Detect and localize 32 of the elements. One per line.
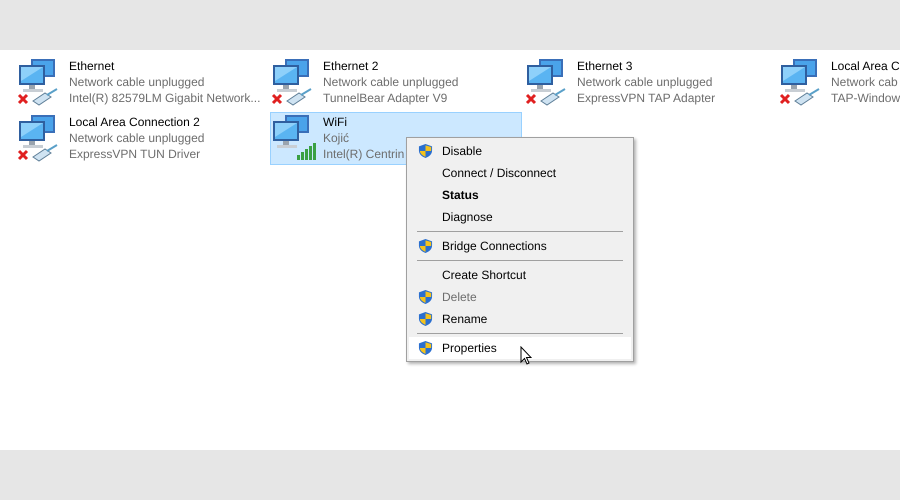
connection-status: Network cab <box>831 74 898 90</box>
connection-name: WiFi <box>323 114 347 130</box>
menu-item[interactable]: Diagnose <box>409 206 631 228</box>
connection-name: Ethernet 2 <box>323 58 378 74</box>
adapter-name: Intel(R) 82579LM Gigabit Network... <box>69 90 260 106</box>
adapter-name: TAP-Window <box>831 90 900 106</box>
mouse-pointer-icon <box>520 346 532 365</box>
menu-item[interactable]: Create Shortcut <box>409 264 631 286</box>
connection-name: Local Area Connection 2 <box>69 114 200 130</box>
network-connection[interactable]: Ethernet Network cable unplugged Intel(R) 82579LM Gigabit Network... <box>16 56 268 109</box>
connection-status: Network cable unplugged <box>69 74 204 90</box>
menu-item[interactable]: Status <box>409 184 631 206</box>
adapter-name: Intel(R) Centrin <box>323 146 404 162</box>
menu-item[interactable]: Bridge Connections <box>409 235 631 257</box>
network-connection[interactable]: Ethernet 2 Network cable unplugged TunnelBear Adapter V9 <box>270 56 522 109</box>
adapter-name: TunnelBear Adapter V9 <box>323 90 448 106</box>
connection-status: Network cable unplugged <box>69 130 204 146</box>
connection-name: Ethernet <box>69 58 114 74</box>
network-connection[interactable]: Local Area Connection 2 Network cable unplugged ExpressVPN TUN Driver <box>16 112 268 165</box>
wireless-computers-icon <box>271 113 319 163</box>
connection-name: Ethernet 3 <box>577 58 632 74</box>
connection-status: Network cable unplugged <box>323 74 458 90</box>
connection-name: Local Area C <box>831 58 900 74</box>
network-connection[interactable]: Ethernet 3 Network cable unplugged ExpressVPN TAP Adapter <box>524 56 776 109</box>
connection-status: Network cable unplugged <box>577 74 712 90</box>
network-connection[interactable]: Local Area C Network cab TAP-Window <box>778 56 898 109</box>
menu-item[interactable]: Properties <box>409 337 631 359</box>
connection-status: Kojić <box>323 130 350 146</box>
menu-item[interactable]: Connect / Disconnect <box>409 162 631 184</box>
adapter-name: ExpressVPN TAP Adapter <box>577 90 716 106</box>
adapter-name: ExpressVPN TUN Driver <box>69 146 200 162</box>
menu-item[interactable]: Rename <box>409 308 631 330</box>
